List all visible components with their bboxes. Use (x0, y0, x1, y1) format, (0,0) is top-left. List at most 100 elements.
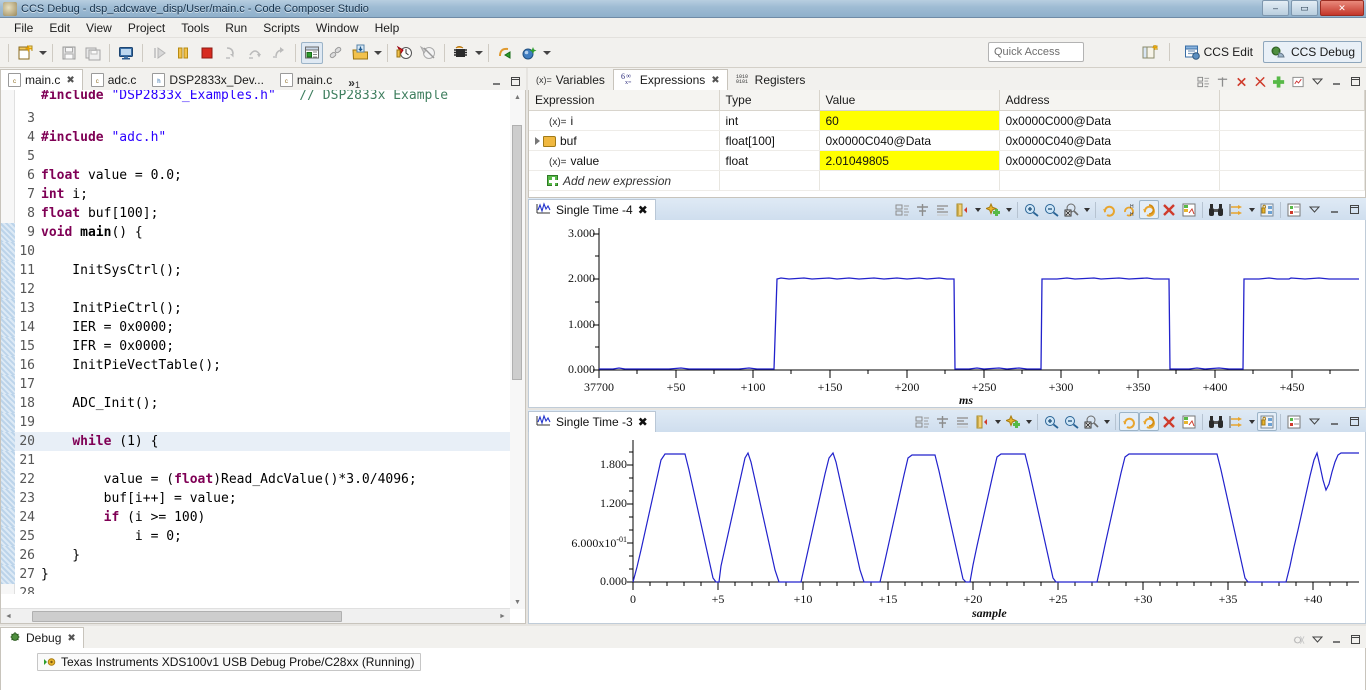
menu-item-edit[interactable]: Edit (41, 19, 78, 37)
editor-tab-overflow[interactable]: » 1 (340, 69, 368, 90)
code-line[interactable]: 26 } (1, 546, 510, 565)
table-row[interactable]: (x)= i int 60 0x0000C000@Data (529, 110, 1365, 131)
watch-icon[interactable] (1292, 75, 1305, 88)
value-cell[interactable]: 60 (819, 110, 1000, 131)
graph1-canvas[interactable]: 3.000 2.000 1.000 0.000 37700 +50 +100 +… (528, 220, 1366, 408)
remove-expression-icon[interactable] (1235, 75, 1248, 88)
refresh-h-icon[interactable]: HH (1119, 200, 1139, 219)
code-text-area[interactable]: #include "DSP2833x_Examples.h" // DSP283… (1, 90, 510, 594)
close-icon[interactable]: ✖ (67, 633, 75, 644)
add-graph-icon[interactable] (1003, 412, 1023, 431)
editor-tab-main-c-active[interactable]: c main.c ✖ (0, 69, 83, 90)
expression-cell[interactable]: (x)= i (529, 110, 720, 131)
new-file-icon[interactable] (14, 42, 36, 64)
perspective-ccs-edit[interactable]: CCS Edit (1177, 41, 1260, 63)
column-value[interactable]: Value (819, 90, 1000, 111)
lock-icon[interactable] (1257, 412, 1277, 431)
code-line[interactable]: 12 (1, 280, 510, 299)
refresh-icon[interactable] (1119, 412, 1139, 431)
code-line[interactable]: 14 IER = 0x0000; (1, 318, 510, 337)
properties-icon[interactable] (892, 200, 912, 219)
code-line[interactable]: 22 value = (float)Read_AdcValue()*3.0/40… (1, 470, 510, 489)
binoculars-icon[interactable] (1206, 200, 1226, 219)
view-menu-icon[interactable] (1304, 412, 1324, 431)
align-center-icon[interactable] (912, 200, 932, 219)
chip-icon[interactable] (450, 42, 472, 64)
table-row[interactable]: buf float[100] 0x0000C040@Data 0x0000C04… (529, 130, 1365, 151)
scroll-right-icon[interactable]: ► (495, 609, 510, 623)
code-line[interactable]: 5 (1, 147, 510, 166)
maximize-icon[interactable] (509, 75, 522, 88)
code-editor[interactable]: #include "DSP2833x_Examples.h" // DSP283… (0, 90, 526, 624)
add-dropdown-arrow-icon[interactable] (1023, 412, 1034, 431)
value-cell[interactable]: 0x0000C040@Data (819, 130, 1000, 151)
graph2-canvas[interactable]: 1.800 1.200 6.000x10-01 0.000 0 +5 +10 +… (528, 432, 1366, 624)
tab-registers[interactable]: 1010 0101 Registers (728, 69, 814, 90)
continuous-refresh-icon[interactable] (1139, 200, 1159, 219)
close-button[interactable]: ✕ (1320, 0, 1364, 16)
add-new-expression-cell[interactable]: Add new expression (529, 170, 720, 191)
terminate-icon[interactable] (196, 42, 218, 64)
export-icon[interactable] (1179, 200, 1199, 219)
code-line[interactable]: 4 #include "adc.h" (1, 128, 510, 147)
target-dropdown-arrow-icon[interactable] (541, 42, 552, 64)
code-line[interactable]: 10 (1, 242, 510, 261)
measurement-icon[interactable] (952, 200, 972, 219)
close-icon[interactable]: ✖ (66, 75, 74, 86)
remove-all-icon[interactable] (1254, 75, 1267, 88)
view-menu-icon[interactable] (1304, 200, 1324, 219)
menu-item-window[interactable]: Window (308, 19, 367, 37)
debug-session-node[interactable]: Texas Instruments XDS100v1 USB Debug Pro… (37, 653, 421, 671)
refresh-icon[interactable] (1099, 200, 1119, 219)
cursor-dropdown-arrow-icon[interactable] (1246, 412, 1257, 431)
menu-item-project[interactable]: Project (120, 19, 173, 37)
close-icon[interactable]: ✖ (711, 75, 719, 86)
code-line[interactable]: 18 ADC_Init(); (1, 394, 510, 413)
clear-icon[interactable] (1159, 412, 1179, 431)
minimize-icon[interactable] (1330, 75, 1343, 88)
code-line[interactable]: 24 if (i >= 100) (1, 508, 510, 527)
zoom-dropdown-arrow-icon[interactable] (1101, 412, 1112, 431)
code-line[interactable]: 16 InitPieVectTable(); (1, 356, 510, 375)
expand-arrow-icon[interactable] (535, 136, 540, 145)
minimize-icon[interactable] (1324, 412, 1344, 431)
new-target-icon[interactable] (518, 42, 540, 64)
code-line[interactable]: 11 InitSysCtrl(); (1, 261, 510, 280)
tab-debug[interactable]: Debug ✖ (0, 627, 84, 648)
align-right-icon[interactable] (952, 412, 972, 431)
restart-icon[interactable] (301, 41, 323, 64)
value-cell[interactable]: 2.01049805 (819, 150, 1000, 171)
binoculars-icon[interactable] (1206, 412, 1226, 431)
measurement-icon[interactable] (972, 412, 992, 431)
console-icon[interactable] (115, 42, 137, 64)
code-line[interactable]: 27} (1, 565, 510, 584)
expression-cell[interactable]: (x)= value (529, 150, 720, 171)
legend-icon[interactable] (1284, 412, 1304, 431)
perspective-ccs-debug[interactable]: CCS Debug (1262, 41, 1362, 63)
add-expression-icon[interactable] (1273, 75, 1286, 88)
clear-icon[interactable] (1159, 200, 1179, 219)
menu-item-tools[interactable]: Tools (173, 19, 217, 37)
cursor-icon[interactable] (1226, 200, 1246, 219)
editor-horizontal-scrollbar[interactable]: ◄ ► (1, 608, 510, 623)
cursor-icon[interactable] (1226, 412, 1246, 431)
chip-dropdown-arrow-icon[interactable] (473, 42, 484, 64)
view-menu-icon[interactable] (1311, 75, 1324, 88)
zoom-out-icon[interactable] (1061, 412, 1081, 431)
code-line[interactable]: 17 (1, 375, 510, 394)
debug-tree[interactable]: Texas Instruments XDS100v1 USB Debug Pro… (0, 648, 1366, 690)
minimize-icon[interactable] (490, 75, 503, 88)
code-line[interactable]: 21 (1, 451, 510, 470)
show-type-icon[interactable] (1197, 75, 1210, 88)
quick-access-input[interactable]: Quick Access (988, 42, 1084, 62)
scroll-up-icon[interactable]: ▲ (510, 90, 525, 104)
window-controls[interactable]: – ▭ ✕ (1262, 0, 1364, 16)
scroll-left-icon[interactable]: ◄ (1, 609, 16, 623)
cursor-dropdown-arrow-icon[interactable] (1246, 200, 1257, 219)
tab-expressions[interactable]: 6 ∞ x= Expressions ✖ (612, 69, 728, 90)
export-icon[interactable] (1179, 412, 1199, 431)
run-free-icon[interactable] (494, 42, 516, 64)
menu-item-file[interactable]: File (6, 19, 41, 37)
align-right-icon[interactable] (932, 200, 952, 219)
code-line[interactable]: 8 float buf[100]; (1, 204, 510, 223)
